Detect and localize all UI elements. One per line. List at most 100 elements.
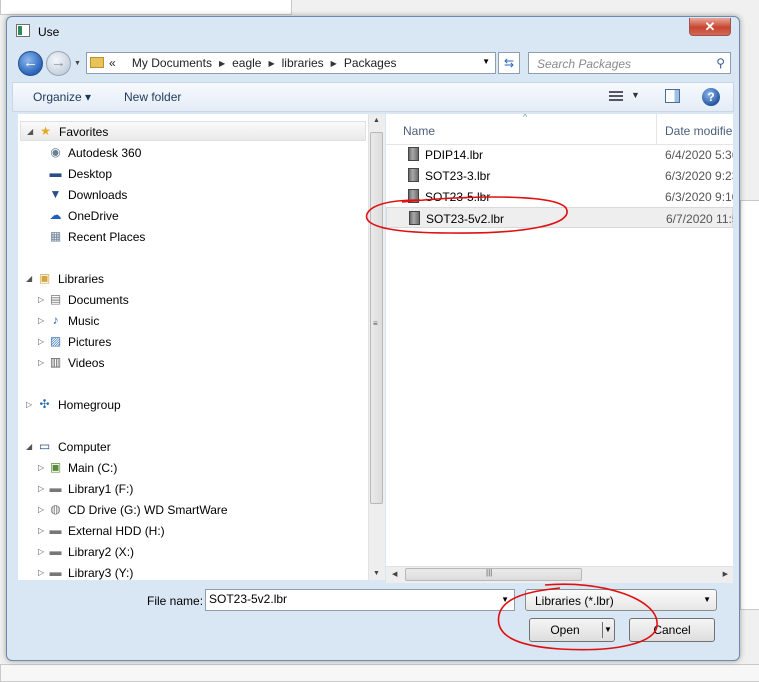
file-name-field[interactable] bbox=[209, 592, 489, 606]
file-row[interactable]: SOT23-5.lbr 6/3/2020 9:10 bbox=[386, 186, 733, 207]
scrollbar-thumb[interactable] bbox=[370, 132, 383, 504]
scroll-up-icon[interactable]: ▲ bbox=[373, 117, 380, 124]
chevron-down-icon[interactable]: ▼ bbox=[703, 595, 711, 604]
collapse-arrow-icon[interactable]: ▷ bbox=[38, 484, 44, 493]
scroll-right-icon[interactable]: ▶ bbox=[723, 570, 728, 578]
sidebar-item-libraries[interactable]: ◢ ▣ Libraries bbox=[18, 269, 358, 289]
chevron-right-icon[interactable]: ▶ bbox=[268, 59, 274, 68]
sidebar-item-onedrive[interactable]: ☁ OneDrive bbox=[18, 206, 358, 226]
file-list-horizontal-scrollbar[interactable]: ◀ ||| ▶ bbox=[386, 566, 733, 583]
expand-arrow-icon[interactable]: ◢ bbox=[26, 442, 32, 451]
sidebar-item-label: Recent Places bbox=[68, 230, 146, 244]
chevron-down-icon[interactable]: ▼ bbox=[501, 595, 509, 604]
chevron-down-icon[interactable]: ▼ bbox=[482, 57, 490, 66]
breadcrumb-libraries[interactable]: libraries bbox=[282, 56, 324, 70]
collapse-arrow-icon[interactable]: ▷ bbox=[38, 337, 44, 346]
navigation-scrollbar[interactable]: ▲ ≡ ▼ bbox=[368, 114, 385, 580]
column-header: ^ Name Date modifie bbox=[386, 114, 733, 145]
collapse-arrow-icon[interactable]: ▷ bbox=[38, 526, 44, 535]
column-divider[interactable] bbox=[656, 114, 657, 144]
sidebar-item-pictures[interactable]: ▷ ▨ Pictures bbox=[18, 332, 358, 352]
sidebar-item-homegroup[interactable]: ▷ ✣ Homegroup bbox=[18, 395, 358, 415]
drive-icon: ▬ bbox=[49, 523, 62, 537]
chevron-down-icon[interactable]: ▼ bbox=[631, 90, 640, 100]
collapse-arrow-icon[interactable]: ▷ bbox=[38, 505, 44, 514]
view-options-icon[interactable] bbox=[609, 91, 623, 103]
sidebar-item-videos[interactable]: ▷ ▥ Videos bbox=[18, 353, 358, 373]
library-file-icon bbox=[408, 147, 419, 161]
forward-button[interactable]: → bbox=[46, 51, 71, 76]
help-icon[interactable]: ? bbox=[702, 88, 720, 106]
sidebar-item-label: Documents bbox=[68, 293, 129, 307]
sidebar-item-cd-drive-g[interactable]: ▷ ◍ CD Drive (G:) WD SmartWare bbox=[18, 500, 358, 520]
collapse-arrow-icon[interactable]: ▷ bbox=[38, 358, 44, 367]
sidebar-item-label: Computer bbox=[58, 440, 111, 454]
search-icon[interactable]: ⚲ bbox=[716, 56, 725, 70]
address-bar[interactable]: « My Documents ▶ eagle ▶ libraries ▶ Packages … bbox=[86, 52, 496, 74]
sidebar-item-autodesk-360[interactable]: ◉ Autodesk 360 bbox=[18, 143, 358, 163]
preview-pane-icon[interactable] bbox=[665, 89, 680, 103]
breadcrumb-packages[interactable]: Packages bbox=[344, 56, 397, 70]
sidebar-item-external-hdd-h[interactable]: ▷ ▬ External HDD (H:) bbox=[18, 521, 358, 541]
history-dropdown-icon[interactable]: ▼ bbox=[74, 60, 81, 67]
downloads-icon: ▼ bbox=[49, 187, 62, 201]
file-row-selected[interactable]: SOT23-5v2.lbr 6/7/2020 11:5 bbox=[386, 207, 733, 228]
dialog-title: Use bbox=[38, 25, 60, 39]
collapse-arrow-icon[interactable]: ▷ bbox=[38, 463, 44, 472]
expand-arrow-icon[interactable]: ◢ bbox=[27, 127, 33, 136]
arrow-right-icon: → bbox=[51, 54, 66, 71]
sidebar-item-downloads[interactable]: ▼ Downloads bbox=[18, 185, 358, 205]
file-date: 6/7/2020 11:5 bbox=[666, 212, 733, 226]
onedrive-icon: ☁ bbox=[49, 208, 62, 222]
chevron-right-icon[interactable]: ▶ bbox=[219, 59, 225, 68]
homegroup-icon: ✣ bbox=[39, 397, 50, 411]
split-divider bbox=[602, 622, 603, 638]
refresh-button[interactable]: ⇆ bbox=[498, 52, 520, 74]
open-options-dropdown-icon[interactable]: ▼ bbox=[604, 619, 612, 641]
file-row[interactable]: PDIP14.lbr 6/4/2020 5:36 bbox=[386, 144, 733, 165]
sidebar-item-library1-f[interactable]: ▷ ▬ Library1 (F:) bbox=[18, 479, 358, 499]
file-name-combobox[interactable]: ▼ bbox=[205, 589, 515, 611]
sidebar-item-recent-places[interactable]: ▦ Recent Places bbox=[18, 227, 358, 247]
collapse-arrow-icon[interactable]: ▷ bbox=[38, 316, 44, 325]
organize-button[interactable]: Organize ▾ bbox=[33, 90, 91, 104]
cancel-button[interactable]: Cancel bbox=[629, 618, 715, 642]
music-icon: ♪ bbox=[52, 313, 59, 327]
sidebar-item-computer[interactable]: ◢ ▭ Computer bbox=[18, 437, 358, 457]
sidebar-item-favorites[interactable]: ◢ ★ Favorites bbox=[20, 121, 366, 141]
column-header-name[interactable]: Name bbox=[403, 124, 435, 138]
collapse-arrow-icon[interactable]: ▷ bbox=[38, 568, 44, 577]
expand-arrow-icon[interactable]: ◢ bbox=[26, 274, 32, 283]
search-input[interactable]: Search Packages bbox=[537, 57, 631, 71]
sidebar-item-music[interactable]: ▷ ♪ Music bbox=[18, 311, 358, 331]
scrollbar-thumb[interactable] bbox=[405, 568, 582, 581]
command-toolbar: Organize ▾ New folder ▼ ? bbox=[12, 82, 734, 112]
breadcrumb-eagle[interactable]: eagle bbox=[232, 56, 261, 70]
file-list: ^ Name Date modifie PDIP14.lbr 6/4/2020 … bbox=[386, 114, 733, 566]
sidebar-item-desktop[interactable]: ▬ Desktop bbox=[18, 164, 358, 184]
close-button[interactable]: ✕ bbox=[689, 18, 731, 36]
file-row[interactable]: SOT23-3.lbr 6/3/2020 9:23 bbox=[386, 165, 733, 186]
collapse-arrow-icon[interactable]: ▷ bbox=[38, 547, 44, 556]
open-button[interactable]: Open ▼ bbox=[529, 618, 615, 642]
scroll-left-icon[interactable]: ◀ bbox=[392, 570, 397, 578]
file-name: SOT23-3.lbr bbox=[425, 169, 491, 183]
sidebar-item-library2-x[interactable]: ▷ ▬ Library2 (X:) bbox=[18, 542, 358, 562]
column-header-date[interactable]: Date modifie bbox=[665, 124, 732, 138]
collapse-arrow-icon[interactable]: ▷ bbox=[26, 400, 32, 409]
search-box[interactable]: Search Packages ⚲ bbox=[528, 52, 731, 74]
background-window bbox=[0, 0, 292, 15]
collapse-arrow-icon[interactable]: ▷ bbox=[38, 295, 44, 304]
app-icon bbox=[16, 24, 30, 37]
scroll-down-icon[interactable]: ▼ bbox=[373, 570, 380, 577]
back-button[interactable]: ← bbox=[18, 51, 43, 76]
sidebar-item-library3-y[interactable]: ▷ ▬ Library3 (Y:) bbox=[18, 563, 358, 581]
new-folder-button[interactable]: New folder bbox=[124, 90, 181, 104]
sidebar-item-main-c[interactable]: ▷ ▣ Main (C:) bbox=[18, 458, 358, 478]
chevron-right-icon[interactable]: ▶ bbox=[331, 59, 337, 68]
file-type-select[interactable]: Libraries (*.lbr) ▼ bbox=[525, 589, 717, 611]
breadcrumb-my-documents[interactable]: My Documents bbox=[132, 56, 212, 70]
sidebar-item-documents[interactable]: ▷ ▤ Documents bbox=[18, 290, 358, 310]
sidebar-item-label: External HDD (H:) bbox=[68, 524, 165, 538]
breadcrumb-overflow[interactable]: « bbox=[109, 56, 116, 70]
